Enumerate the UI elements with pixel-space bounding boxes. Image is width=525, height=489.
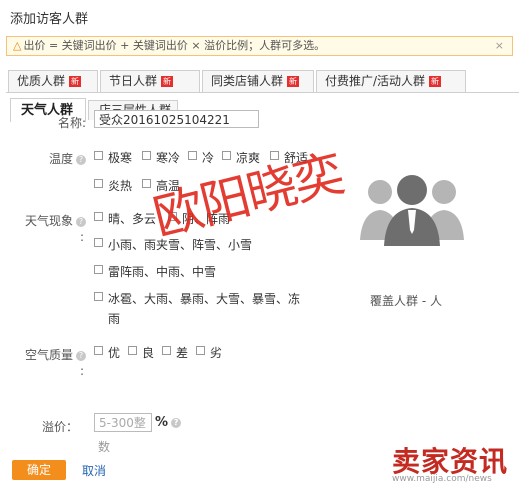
tab-label: 节日人群 [109,74,158,88]
tab-label: 优质人群 [17,74,66,88]
checkbox[interactable] [142,151,151,160]
bid-input[interactable]: 5-300整 [94,413,152,432]
logo-url: www.maijia.com/news [392,474,492,484]
checkbox[interactable] [94,212,103,221]
option-label: 极寒 [108,151,133,165]
name-label: 名称: [57,116,86,130]
warning-icon: △ [13,39,22,52]
tab-label: 同类店铺人群 [211,74,284,88]
site-logo: 卖家资讯 www.maijia.com/news [386,438,525,489]
option-label: 雷阵雨、中雨、中雪 [108,265,217,279]
air-option-bad[interactable]: 劣 [196,344,222,361]
temp-option-hot[interactable]: 炎热 [94,177,132,194]
checkbox[interactable] [94,265,103,274]
new-badge: 新 [287,76,300,87]
bid-unit-label: 数 [98,440,111,454]
weather-option-sunny[interactable]: 晴、多云 [94,210,156,227]
option-label: 寒冷 [156,151,181,165]
temp-option-extreme-cold[interactable]: 极寒 [94,149,132,166]
checkbox[interactable] [94,151,103,160]
weather-colon: : [79,230,84,244]
weather-option-thunder[interactable]: 雷阵雨、中雨、中雪 [94,263,216,280]
checkbox[interactable] [94,179,103,188]
new-badge: 新 [161,76,174,87]
option-label: 劣 [210,346,223,360]
tab-similar-store-audience[interactable]: 同类店铺人群新 [202,70,314,92]
option-label: 良 [142,346,155,360]
new-badge: 新 [429,76,442,87]
confirm-button[interactable]: 确定 [12,460,66,480]
people-group-icon [358,168,466,248]
air-quality-label-text: 空气质量 [24,348,73,362]
option-label: 晴、多云 [108,212,157,226]
temperature-label: 温度? [22,150,86,167]
air-option-good[interactable]: 良 [128,344,154,361]
checkbox[interactable] [188,151,197,160]
air-quality-label: 空气质量? [8,346,86,363]
percent-label: %? [155,415,182,430]
option-label: 优 [108,346,121,360]
weather-label-text: 天气现象 [24,214,73,228]
tab-holiday-audience[interactable]: 节日人群新 [100,70,200,92]
checkbox[interactable] [196,346,205,355]
temperature-label-text: 温度 [48,152,73,166]
tab-label: 付费推广/活动人群 [325,74,426,88]
notice-text: 出价 = 关键词出价 + 关键词出价 × 溢价比例；人群可多选。 [23,39,326,52]
checkbox[interactable] [162,346,171,355]
tab-quality-audience[interactable]: 优质人群新 [8,70,98,92]
coverage-text: 覆盖人群 - 人 [370,294,442,308]
tab-paid-promo-audience[interactable]: 付费推广/活动人群新 [316,70,466,92]
help-icon[interactable]: ? [76,216,86,227]
help-icon[interactable]: ? [171,417,182,428]
help-icon[interactable]: ? [76,350,86,361]
weather-option-severe[interactable]: 冰雹、大雨、暴雨、大雪、暴雪、冻 [94,290,300,307]
air-colon: : [79,364,84,378]
name-field[interactable]: 受众20161025104221 [94,110,259,128]
percent-sign: % [155,415,169,430]
air-option-poor[interactable]: 差 [162,344,188,361]
bid-label: 溢价： [41,420,78,434]
checkbox[interactable] [94,292,103,301]
help-icon[interactable]: ? [76,154,86,165]
tab-divider [6,92,519,93]
checkbox[interactable] [94,238,103,247]
new-badge: 新 [69,76,82,87]
checkbox[interactable] [128,346,137,355]
option-label: 炎热 [108,179,133,193]
notice-bar: △ 出价 = 关键词出价 + 关键词出价 × 溢价比例；人群可多选。 × [6,36,513,56]
weather-label: 天气现象? [8,212,86,229]
air-option-excellent[interactable]: 优 [94,344,120,361]
cancel-link[interactable]: 取消 [82,462,106,479]
checkbox[interactable] [94,346,103,355]
option-label: 冰雹、大雨、暴雨、大雪、暴雪、冻 [108,292,301,306]
temp-option-cold[interactable]: 寒冷 [142,149,180,166]
audience-tabs: 优质人群新 节日人群新 同类店铺人群新 付费推广/活动人群新 [8,70,520,92]
close-icon[interactable]: × [495,37,504,55]
weather-option-severe-cont: 雨 [108,312,121,326]
dialog-title: 添加访客人群 [10,12,89,27]
option-label: 差 [176,346,189,360]
